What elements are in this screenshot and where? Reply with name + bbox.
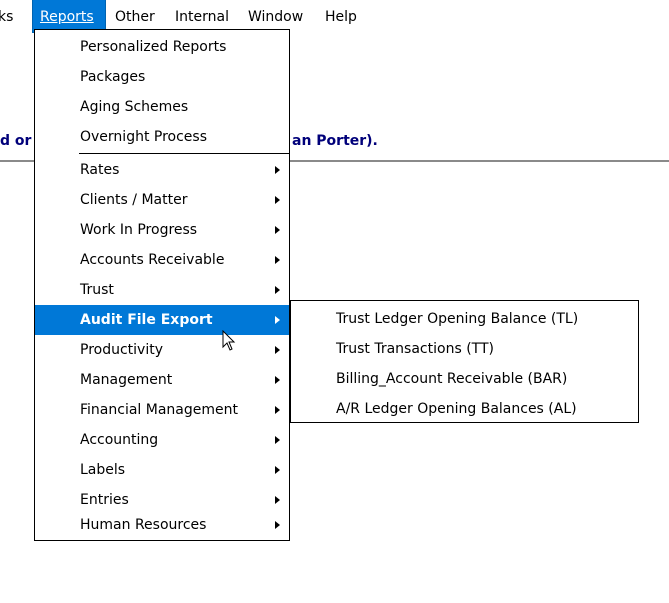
submenu-arrow-icon <box>275 286 280 294</box>
submenu-arrow-icon <box>275 466 280 474</box>
menubar-item-reports-label: Reports <box>40 9 94 25</box>
menu-item-accounting[interactable]: Accounting <box>35 425 289 455</box>
menu-separator <box>79 153 289 154</box>
menu-item-audit-file-export[interactable]: Audit File Export <box>35 305 289 335</box>
submenu-item-label: Trust Transactions (TT) <box>336 341 494 357</box>
submenu-item-label: A/R Ledger Opening Balances (AL) <box>336 401 577 417</box>
submenu-item-label: Trust Ledger Opening Balance (TL) <box>336 311 579 327</box>
menu-item-label: Work In Progress <box>80 222 198 238</box>
submenu-item-label: Billing_Account Receivable (BAR) <box>336 371 568 387</box>
menu-item-label: Labels <box>80 462 126 478</box>
menu-item-label: Financial Management <box>80 402 238 418</box>
menu-item-work-in-progress[interactable]: Work In Progress <box>35 215 289 245</box>
menu-item-productivity[interactable]: Productivity <box>35 335 289 365</box>
submenu-arrow-icon <box>275 406 280 414</box>
submenu-arrow-icon <box>275 376 280 384</box>
menu-item-label: Management <box>80 372 173 388</box>
submenu-arrow-icon <box>275 226 280 234</box>
menu-item-label: Audit File Export <box>80 312 213 328</box>
submenu-arrow-icon <box>275 521 280 529</box>
menubar-item-window[interactable]: Window <box>248 0 303 32</box>
submenu-item-trust-ledger-opening-balance[interactable]: Trust Ledger Opening Balance (TL) <box>291 304 638 334</box>
menu-item-rates[interactable]: Rates <box>35 155 289 185</box>
submenu-item-ar-ledger-opening-balances[interactable]: A/R Ledger Opening Balances (AL) <box>291 394 638 424</box>
submenu-arrow-icon <box>275 496 280 504</box>
submenu-arrow-icon <box>275 196 280 204</box>
menu-item-clients-matter[interactable]: Clients / Matter <box>35 185 289 215</box>
submenu-item-billing-account-receivable[interactable]: Billing_Account Receivable (BAR) <box>291 364 638 394</box>
menu-item-management[interactable]: Management <box>35 365 289 395</box>
menu-item-human-resources[interactable]: Human Resources <box>35 510 289 540</box>
submenu-arrow-icon <box>275 346 280 354</box>
menu-item-personalized-reports[interactable]: Personalized Reports <box>35 32 289 62</box>
menubar-item-ks[interactable]: ks <box>0 0 28 32</box>
menu-item-label: Human Resources <box>80 517 207 533</box>
submenu-arrow-icon <box>275 166 280 174</box>
reports-menu: Personalized Reports Packages Aging Sche… <box>34 29 290 541</box>
banner-text-right: an Porter). <box>292 133 378 149</box>
audit-file-export-submenu: Trust Ledger Opening Balance (TL) Trust … <box>290 300 639 423</box>
menu-item-labels[interactable]: Labels <box>35 455 289 485</box>
menu-item-label: Trust <box>80 282 114 298</box>
menubar-item-internal[interactable]: Internal <box>175 0 229 32</box>
menu-item-overnight-process[interactable]: Overnight Process <box>35 122 289 152</box>
menu-item-accounts-receivable[interactable]: Accounts Receivable <box>35 245 289 275</box>
menu-item-label: Accounting <box>80 432 159 448</box>
menu-bar: ks Reports Other Internal Window Help <box>0 0 669 33</box>
menu-item-financial-management[interactable]: Financial Management <box>35 395 289 425</box>
menubar-item-help[interactable]: Help <box>325 0 357 32</box>
menu-item-label: Accounts Receivable <box>80 252 225 268</box>
menu-item-label: Packages <box>80 69 146 85</box>
menubar-item-other[interactable]: Other <box>115 0 155 32</box>
menu-item-label: Productivity <box>80 342 163 358</box>
banner-text-left: d or <box>0 133 32 149</box>
menu-item-aging-schemes[interactable]: Aging Schemes <box>35 92 289 122</box>
menu-item-label: Personalized Reports <box>80 39 227 55</box>
submenu-item-trust-transactions[interactable]: Trust Transactions (TT) <box>291 334 638 364</box>
menu-item-label: Rates <box>80 162 120 178</box>
submenu-arrow-icon <box>275 436 280 444</box>
menubar-item-reports[interactable]: Reports <box>32 0 106 33</box>
menu-item-label: Clients / Matter <box>80 192 188 208</box>
menu-item-trust[interactable]: Trust <box>35 275 289 305</box>
submenu-arrow-icon <box>275 256 280 264</box>
submenu-arrow-icon <box>275 316 280 324</box>
menu-item-label: Aging Schemes <box>80 99 189 115</box>
menu-item-packages[interactable]: Packages <box>35 62 289 92</box>
menu-item-label: Overnight Process <box>80 129 207 145</box>
mouse-pointer-icon <box>222 330 236 351</box>
